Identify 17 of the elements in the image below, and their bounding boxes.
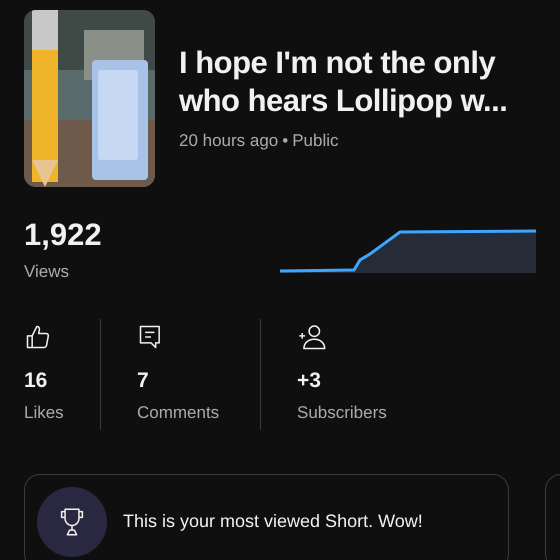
views-count: 1,922 bbox=[24, 216, 103, 254]
add-person-icon bbox=[297, 322, 327, 350]
stat-value: 7 bbox=[137, 368, 150, 394]
upload-age: 20 hours ago bbox=[179, 130, 278, 152]
visibility-label: Public bbox=[292, 130, 339, 152]
stat-label: Likes bbox=[24, 402, 65, 424]
video-title: I hope I'm not the only bbox=[179, 44, 496, 82]
separator-dot: • bbox=[282, 130, 288, 152]
stat-label: Comments bbox=[137, 402, 220, 424]
video-title: who hears Lollipop w... bbox=[179, 82, 508, 120]
views-label: Views bbox=[24, 261, 70, 283]
insight-text: This is your most viewed Short. Wow! bbox=[123, 510, 423, 533]
trophy-icon bbox=[58, 506, 86, 536]
insight-card[interactable]: This is your most viewed Short. Wow! bbox=[24, 474, 509, 560]
stat-value: 16 bbox=[24, 368, 48, 394]
stat-label: Subscribers bbox=[297, 402, 387, 424]
stat-value: +3 bbox=[297, 368, 322, 394]
